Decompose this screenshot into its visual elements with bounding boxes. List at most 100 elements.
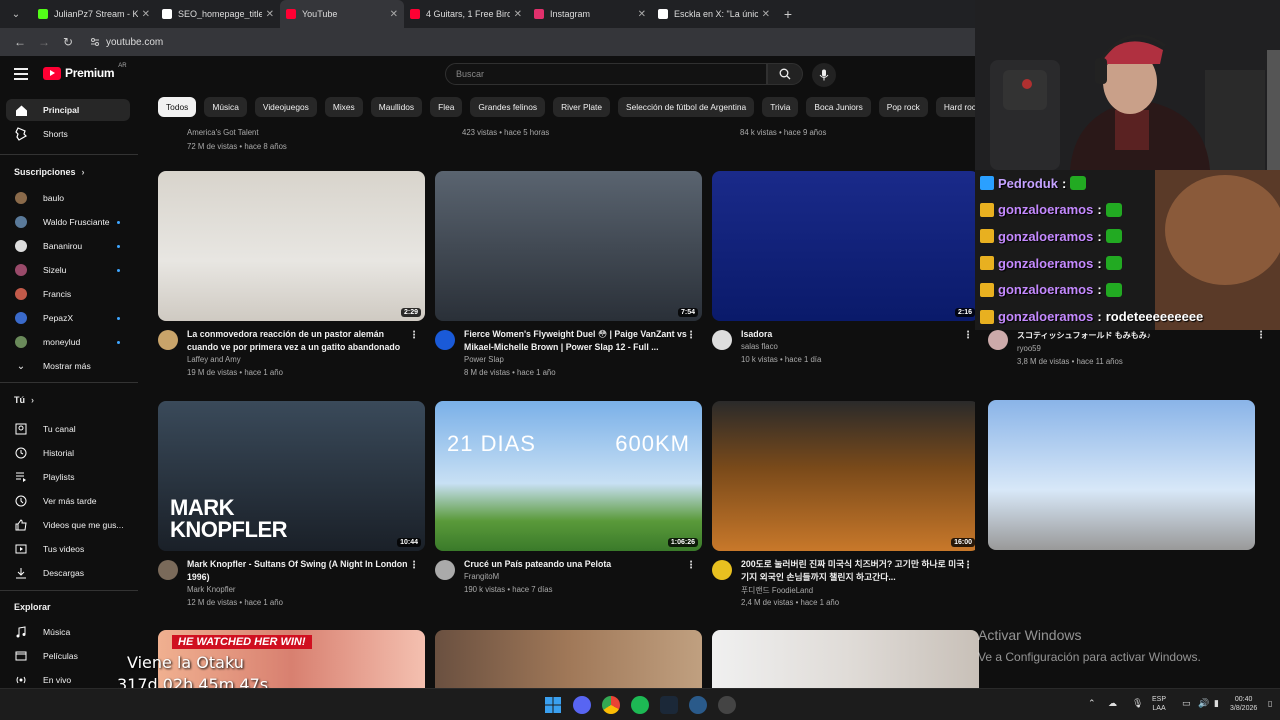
tab-search-button[interactable]: ⌄: [4, 3, 28, 25]
site-info-icon[interactable]: [90, 37, 100, 47]
tab-close-icon[interactable]: ✕: [638, 9, 646, 20]
channel-name[interactable]: 푸디랜드 FoodieLand: [741, 585, 813, 596]
channel-name[interactable]: Mark Knopfler: [187, 585, 236, 594]
browser-tab[interactable]: 4 Guitars, 1 Free Bird ✕: [404, 0, 528, 28]
video-title[interactable]: Fierce Women's Flyweight Duel 😳 | Paige …: [464, 328, 694, 354]
video-thumbnail[interactable]: 2:16: [712, 171, 975, 321]
channel-avatar[interactable]: [158, 330, 178, 350]
volume-icon[interactable]: 🔊: [1198, 699, 1209, 708]
more-options-icon[interactable]: ⋮: [963, 560, 973, 571]
steam-icon[interactable]: [660, 696, 678, 714]
top-channel-1[interactable]: America's Got Talent: [187, 128, 259, 137]
video-thumbnail[interactable]: MARK KNOPFLER 10:44: [158, 401, 425, 551]
channel-avatar[interactable]: [158, 560, 178, 580]
sidebar-item[interactable]: Bananirou: [6, 235, 130, 257]
video-title[interactable]: La conmovedora reacción de un pastor ale…: [187, 328, 417, 354]
sidebar-item[interactable]: moneylud: [6, 331, 130, 353]
chat-separator: :: [1097, 309, 1102, 324]
more-options-icon[interactable]: ⋮: [409, 560, 419, 571]
browser-tab[interactable]: Instagram ✕: [528, 0, 652, 28]
channel-avatar[interactable]: [712, 330, 732, 350]
sidebar-item[interactable]: baulo: [6, 187, 130, 209]
download-icon: [14, 566, 28, 580]
sidebar-item[interactable]: Shorts: [6, 123, 130, 145]
sidebar-item[interactable]: Música: [6, 621, 130, 643]
sidebar-item[interactable]: Historial: [6, 442, 130, 464]
more-options-icon[interactable]: ⋮: [686, 560, 696, 571]
sidebar-item[interactable]: Tu canal: [6, 418, 130, 440]
sidebar-item[interactable]: ⌄ Mostrar más: [6, 355, 130, 377]
channel-avatar[interactable]: [712, 560, 732, 580]
video-thumbnail-r3-3[interactable]: [712, 630, 979, 688]
channel-name[interactable]: salas flaco: [741, 342, 778, 351]
sidebar-item[interactable]: Ver más tarde: [6, 490, 130, 512]
clock[interactable]: 00:40 3/8/2026: [1230, 695, 1257, 713]
sidebar-item[interactable]: Películas: [6, 645, 130, 667]
subscriptions-heading[interactable]: Suscripciones ›: [14, 167, 85, 177]
browser-tab[interactable]: YouTube ✕: [280, 0, 404, 28]
browser-tab[interactable]: JulianPz7 Stream - Ki ✕: [32, 0, 156, 28]
video-title[interactable]: 200도로 눌러버린 진짜 미국식 치즈버거? 고기만 하나로 미국기지 외국인…: [741, 558, 971, 584]
sidebar-item[interactable]: Sizelu: [6, 259, 130, 281]
forward-button[interactable]: →: [32, 35, 56, 49]
channel-name[interactable]: Power Slap: [464, 355, 504, 364]
tab-close-icon[interactable]: ✕: [762, 9, 770, 20]
sidebar-item[interactable]: Videos que me gus...: [6, 514, 130, 536]
more-options-icon[interactable]: ⋮: [686, 330, 696, 341]
video-title[interactable]: Crucé un País pateando una Pelota: [464, 558, 694, 571]
sidebar-item[interactable]: PepazX: [6, 307, 130, 329]
sidebar-item[interactable]: En vivo: [6, 669, 130, 688]
video-title[interactable]: スコティッシュフォールド もみもみ♪: [1017, 330, 1151, 341]
video-thumbnail[interactable]: 21 DIAS 600KM 1:06:26: [435, 401, 702, 551]
channel-name[interactable]: ryoo59: [1017, 344, 1041, 353]
spotify-icon[interactable]: [631, 696, 649, 714]
channel-avatar[interactable]: [435, 330, 455, 350]
tray-chevron-icon[interactable]: ⌃: [1088, 699, 1096, 708]
sidebar-item[interactable]: Francis: [6, 283, 130, 305]
you-heading[interactable]: Tú ›: [14, 395, 34, 405]
tab-close-icon[interactable]: ✕: [514, 9, 522, 20]
channel-avatar[interactable]: [988, 330, 1008, 350]
sidebar-item[interactable]: Tus videos: [6, 538, 130, 560]
tab-close-icon[interactable]: ✕: [142, 9, 150, 20]
video-thumbnail[interactable]: [988, 400, 1255, 550]
sidebar-item[interactable]: Waldo Frusciante: [6, 211, 130, 233]
sidebar-item[interactable]: Descargas: [6, 562, 130, 584]
network-icon[interactable]: ▭: [1182, 699, 1191, 708]
url-field[interactable]: youtube.com: [90, 37, 163, 48]
video-thumbnail[interactable]: 16:00: [712, 401, 975, 551]
chat-badge-icon: [980, 282, 994, 297]
tab-close-icon[interactable]: ✕: [266, 9, 274, 20]
partial-video-info[interactable]: スコティッシュフォールド もみもみ♪ ryoo59 3,8 M de vista…: [988, 330, 1266, 390]
tray-app-icon[interactable]: ☁: [1108, 699, 1117, 708]
windows-start-icon[interactable]: [544, 696, 562, 714]
browser-tab[interactable]: Esckla en X: "La única ✕: [652, 0, 776, 28]
sidebar-item[interactable]: Playlists: [6, 466, 130, 488]
app-icon[interactable]: [689, 696, 707, 714]
battery-icon[interactable]: ▮: [1214, 699, 1219, 708]
video-thumbnail-r3-2[interactable]: [435, 630, 702, 688]
channel-name[interactable]: Laffey and Amy: [187, 355, 241, 364]
video-title[interactable]: Isadora: [741, 328, 971, 341]
discord-icon[interactable]: [573, 696, 591, 714]
tab-close-icon[interactable]: ✕: [390, 9, 398, 20]
notification-icon[interactable]: ▯: [1268, 699, 1272, 708]
reload-button[interactable]: ↻: [56, 35, 80, 49]
back-button[interactable]: ←: [8, 35, 32, 49]
obs-icon[interactable]: [718, 696, 736, 714]
video-title[interactable]: Mark Knopfler - Sultans Of Swing (A Nigh…: [187, 558, 417, 584]
more-options-icon[interactable]: ⋮: [963, 330, 973, 341]
chat-username: gonzaloeramos: [998, 202, 1094, 218]
more-options-icon[interactable]: ⋮: [409, 330, 419, 341]
channel-name[interactable]: FrangitoM: [464, 572, 499, 581]
channel-avatar[interactable]: [435, 560, 455, 580]
browser-tab[interactable]: SEO_homepage_title ✕: [156, 0, 280, 28]
video-thumbnail[interactable]: 7:54: [435, 171, 702, 321]
language-indicator[interactable]: ESP LAA: [1152, 695, 1166, 713]
more-options-icon[interactable]: ⋮: [1256, 330, 1266, 341]
new-tab-button[interactable]: +: [776, 6, 800, 22]
video-thumbnail[interactable]: 2:29: [158, 171, 425, 321]
tray-mic-icon[interactable]: 🎙: [1132, 699, 1143, 708]
sidebar-item[interactable]: Principal: [6, 99, 130, 121]
chrome-icon[interactable]: [602, 696, 620, 714]
